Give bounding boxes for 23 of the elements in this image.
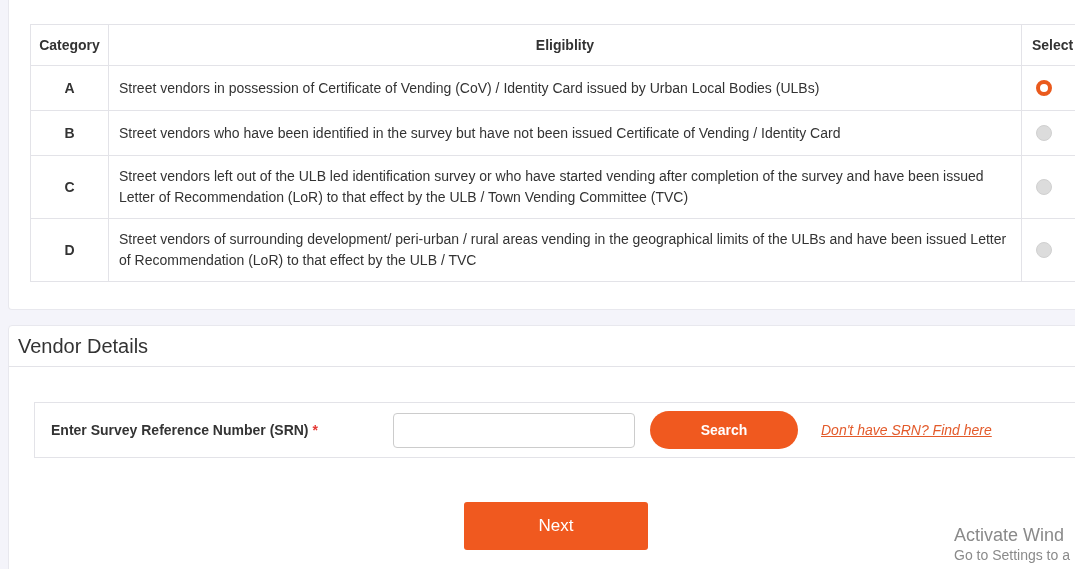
- srn-label: Enter Survey Reference Number (SRN) *: [51, 420, 319, 440]
- srn-input-field[interactable]: [393, 412, 635, 448]
- radio-button[interactable]: [1036, 179, 1052, 195]
- radio-button[interactable]: [1036, 80, 1052, 96]
- find-srn-link[interactable]: Don't have SRN? Find here: [821, 419, 992, 441]
- column-header: Eligiblity: [108, 24, 1022, 66]
- eligibility-cell: Street vendors who have been identified in the survey but have not been issued Certificate of Vending / Identity Card: [108, 110, 1022, 156]
- activation-notice-title: Activate Wind: [954, 524, 1066, 546]
- activation-notice-text: Go to Settings to a: [954, 546, 1070, 564]
- category-cell: C: [30, 155, 109, 219]
- search-button[interactable]: Search: [650, 411, 798, 449]
- category-cell: B: [30, 110, 109, 156]
- eligibility-cell: Street vendors of surrounding development/ peri-urban / rural areas vending in the geographical limits of the ULBs and have been issued Letter of Recommendation (LoR) to that effect by the ULB / TVC: [108, 218, 1022, 282]
- section-title: Vendor Details: [18, 334, 149, 359]
- eligibility-cell: Street vendors left out of the ULB led identification survey or who have started vending after completion of the survey and have been issued Letter of Recommendation (LoR) to that effect by the ULB / Town Vending Committee (TVC): [108, 155, 1022, 219]
- radio-button[interactable]: [1036, 242, 1052, 258]
- category-cell: A: [30, 65, 109, 111]
- radio-button[interactable]: [1036, 125, 1052, 141]
- column-header: Select: [1021, 24, 1075, 66]
- eligibility-cell: Street vendors in possession of Certificate of Vending (CoV) / Identity Card issued by Urban Local Bodies (ULBs): [108, 65, 1022, 111]
- column-header: Category: [30, 24, 109, 66]
- next-button[interactable]: Next: [464, 502, 648, 550]
- category-cell: D: [30, 218, 109, 282]
